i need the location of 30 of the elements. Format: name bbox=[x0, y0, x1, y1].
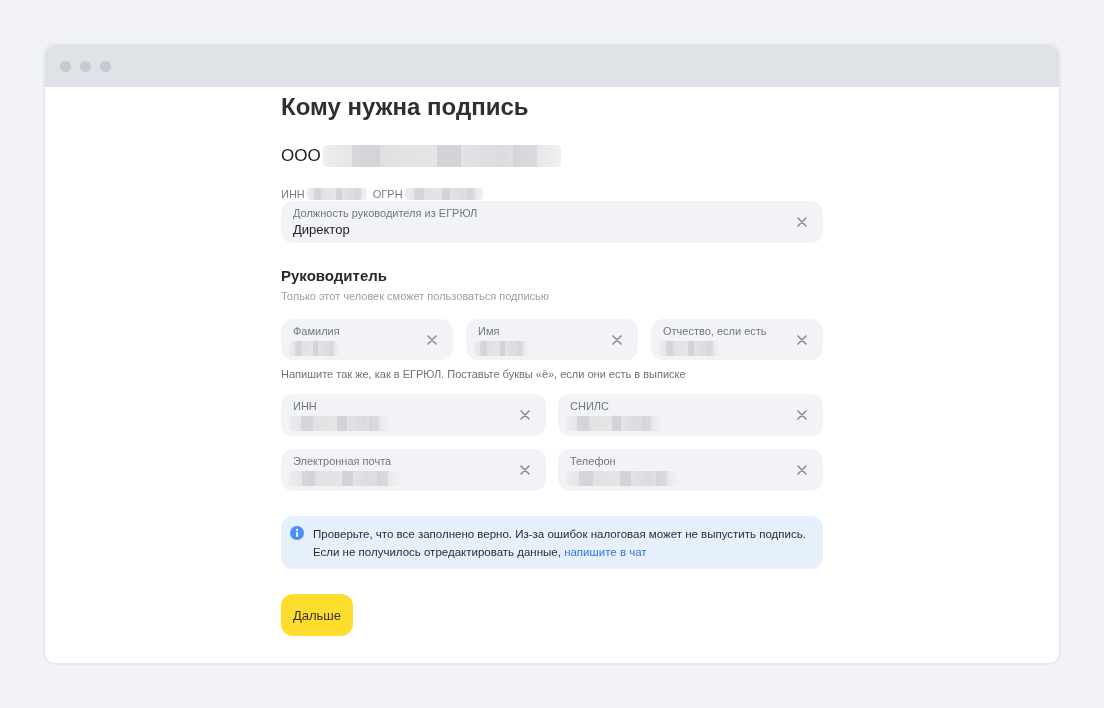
dot-icon bbox=[60, 60, 71, 72]
name-field[interactable]: Фамилия bbox=[281, 319, 453, 360]
hint-text: Напишите так же, как в ЕГРЮЛ. Поставьте буквы «ё», если они есть в выписке bbox=[281, 367, 687, 381]
clear-icon[interactable] bbox=[612, 334, 622, 345]
name-field[interactable]: Отчество, если есть bbox=[651, 319, 823, 360]
clear-icon[interactable] bbox=[520, 410, 530, 420]
dot-icon bbox=[100, 60, 111, 72]
next-button[interactable]: Дальше bbox=[281, 594, 353, 636]
clear-icon[interactable] bbox=[797, 410, 807, 420]
dot-icon bbox=[80, 60, 91, 72]
clear-icon[interactable] bbox=[520, 465, 530, 475]
name-field[interactable]: Имя bbox=[466, 319, 638, 360]
id-label: ИНН bbox=[281, 187, 305, 201]
text-field[interactable]: СНИЛС bbox=[558, 394, 823, 436]
text-field[interactable]: Электронная почта bbox=[281, 449, 546, 491]
info-icon bbox=[290, 526, 304, 540]
clear-icon[interactable] bbox=[797, 217, 807, 227]
notice-text: Проверьте, что все заполнено верно. Из-за ошибок налоговая может не выпустить подпись. Если не получилось отредактировать данные, напишите в чат bbox=[313, 527, 806, 560]
clear-icon[interactable] bbox=[427, 334, 437, 345]
id-label: ОГРН bbox=[372, 187, 403, 201]
position-field[interactable]: Должность руководителя из ЕГРЮЛ Директор bbox=[281, 201, 823, 243]
text-field[interactable]: ИНН bbox=[281, 394, 546, 436]
section-title: Руководитель bbox=[281, 266, 388, 286]
company-name: ООО bbox=[281, 145, 321, 167]
page-title: Кому нужна подпись bbox=[281, 92, 530, 122]
text-field[interactable]: Телефон bbox=[558, 449, 823, 491]
section-subtitle: Только этот человек сможет пользоваться подписью bbox=[281, 289, 551, 303]
clear-icon[interactable] bbox=[797, 465, 807, 475]
chat-link[interactable]: напишите в чат bbox=[564, 546, 647, 558]
clear-icon[interactable] bbox=[797, 334, 807, 345]
